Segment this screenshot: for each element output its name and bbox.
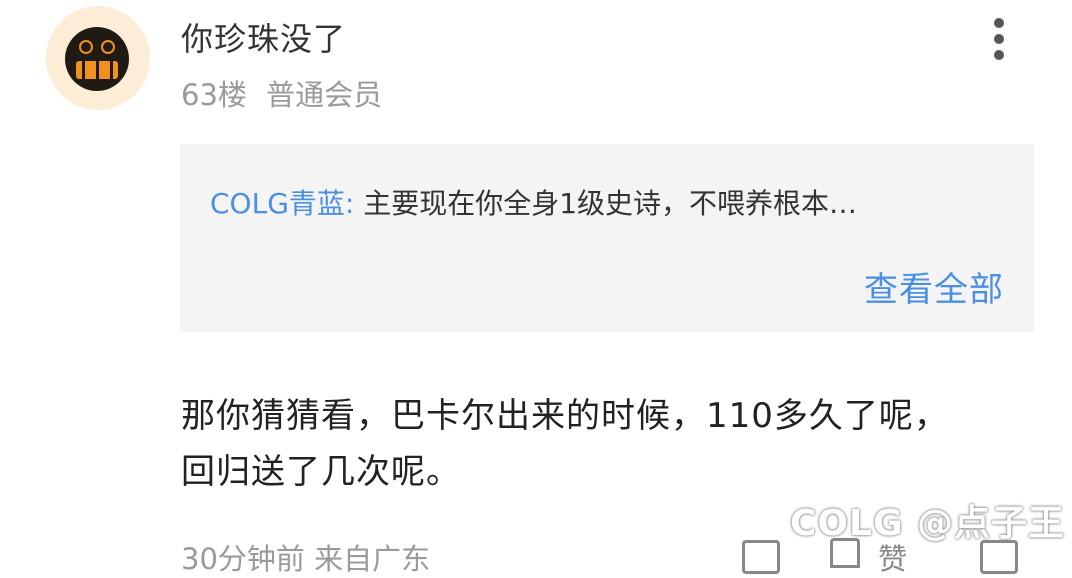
more-vertical-icon[interactable] [982, 14, 1016, 62]
quote-author[interactable]: COLG青蓝: [210, 187, 354, 220]
post-meta: 63楼 普通会员 [181, 72, 382, 114]
user-avatar[interactable] [46, 6, 150, 110]
quoted-reply[interactable]: COLG青蓝: 主要现在你全身1级史诗，不喂养根本… 查看全部 [180, 144, 1034, 332]
avatar-teeth [76, 61, 118, 79]
view-all-link[interactable]: 查看全部 [864, 262, 1004, 311]
quote-text: 主要现在你全身1级史诗，不喂养根本… [354, 187, 858, 220]
avatar-right-eye [101, 40, 115, 54]
post-content: 那你猜猜看，巴卡尔出来的时候，110多久了呢，回归送了几次呢。 [181, 396, 949, 492]
avatar-left-eye [79, 40, 93, 54]
post-time-source: 30分钟前 来自广东 [181, 542, 431, 576]
quote-line: COLG青蓝: 主要现在你全身1级史诗，不喂养根本… [210, 182, 857, 222]
member-level: 普通会员 [266, 78, 383, 112]
floor-number: 63楼 [181, 78, 247, 112]
avatar-face-icon [65, 27, 129, 91]
like-label[interactable]: 赞 [878, 536, 907, 578]
share-icon[interactable] [980, 540, 1018, 574]
username[interactable]: 你珍珠没了 [181, 14, 346, 60]
thumbs-up-icon[interactable] [830, 538, 860, 568]
comment-icon[interactable] [742, 540, 780, 574]
